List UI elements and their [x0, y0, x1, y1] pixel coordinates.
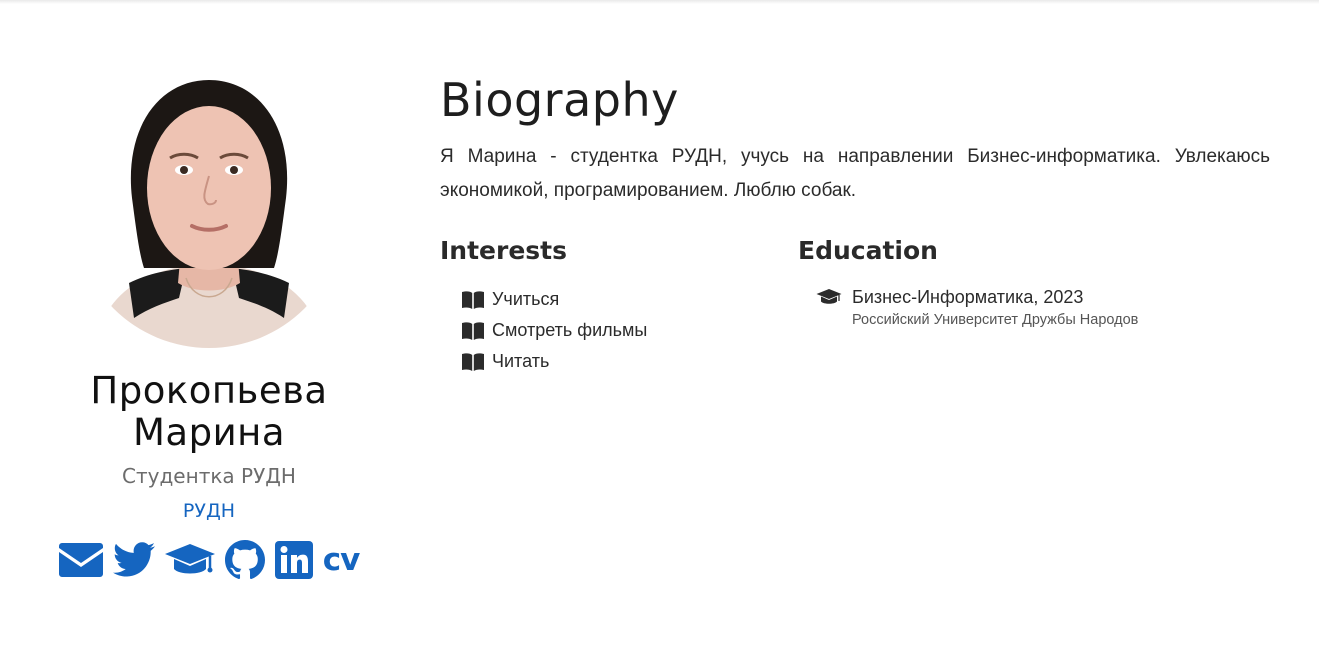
linkedin-link[interactable]	[274, 541, 313, 579]
book-open-icon	[462, 321, 484, 340]
interests-section: Interests Учиться Смотреть фильмы Читать	[440, 236, 798, 377]
education-course: Бизнес-Информатика, 2023	[852, 287, 1084, 307]
education-item: Бизнес-Информатика, 2023 Российский Унив…	[798, 284, 1270, 328]
education-section: Education Бизнес-Информатика, 2023 Росси…	[798, 236, 1270, 377]
interest-label: Смотреть фильмы	[492, 320, 648, 340]
list-item: Учиться	[462, 284, 798, 315]
profile-surname: Прокопьева	[90, 369, 328, 412]
email-link[interactable]	[58, 543, 103, 577]
biography-text: Я Марина - студентка РУДН, учусь на напр…	[440, 146, 1270, 201]
header-shadow	[0, 0, 1319, 4]
education-heading: Education	[798, 236, 938, 265]
avatar-portrait	[74, 78, 344, 348]
list-item: Смотреть фильмы	[462, 315, 798, 346]
organization-link[interactable]: РУДН	[183, 500, 235, 522]
interest-label: Читать	[492, 351, 550, 371]
interests-list: Учиться Смотреть фильмы Читать	[440, 284, 798, 377]
profile-name: Прокопьева Марина	[30, 370, 388, 454]
social-links: cv	[30, 540, 388, 580]
profile-first-name: Марина	[133, 411, 285, 454]
github-icon	[224, 540, 265, 580]
twitter-link[interactable]	[112, 542, 155, 578]
education-institution: Российский Университет Дружбы Народов	[852, 312, 1139, 328]
scholar-link[interactable]	[164, 542, 215, 578]
list-item: Читать	[462, 346, 798, 377]
interest-label: Учиться	[492, 289, 560, 309]
main-content: Biography Я Марина - студентка РУДН, учу…	[440, 72, 1270, 377]
linkedin-icon	[274, 541, 313, 579]
profile-card: Прокопьева Марина Студентка РУДН РУДН cv	[30, 78, 388, 580]
github-link[interactable]	[224, 540, 265, 580]
avatar	[74, 78, 344, 348]
graduation-cap-icon	[164, 544, 215, 574]
details-columns: Interests Учиться Смотреть фильмы Читать…	[440, 236, 1270, 377]
profile-role: Студентка РУДН	[122, 464, 296, 488]
cv-link[interactable]: cv	[323, 542, 361, 578]
envelope-icon	[58, 543, 103, 577]
book-open-icon	[462, 352, 484, 371]
graduation-cap-icon	[816, 289, 842, 304]
book-open-icon	[462, 290, 484, 309]
twitter-icon	[112, 542, 155, 577]
interests-heading: Interests	[440, 236, 568, 265]
biography-title: Biography	[440, 73, 679, 127]
education-text: Бизнес-Информатика, 2023 Российский Унив…	[852, 284, 1138, 328]
